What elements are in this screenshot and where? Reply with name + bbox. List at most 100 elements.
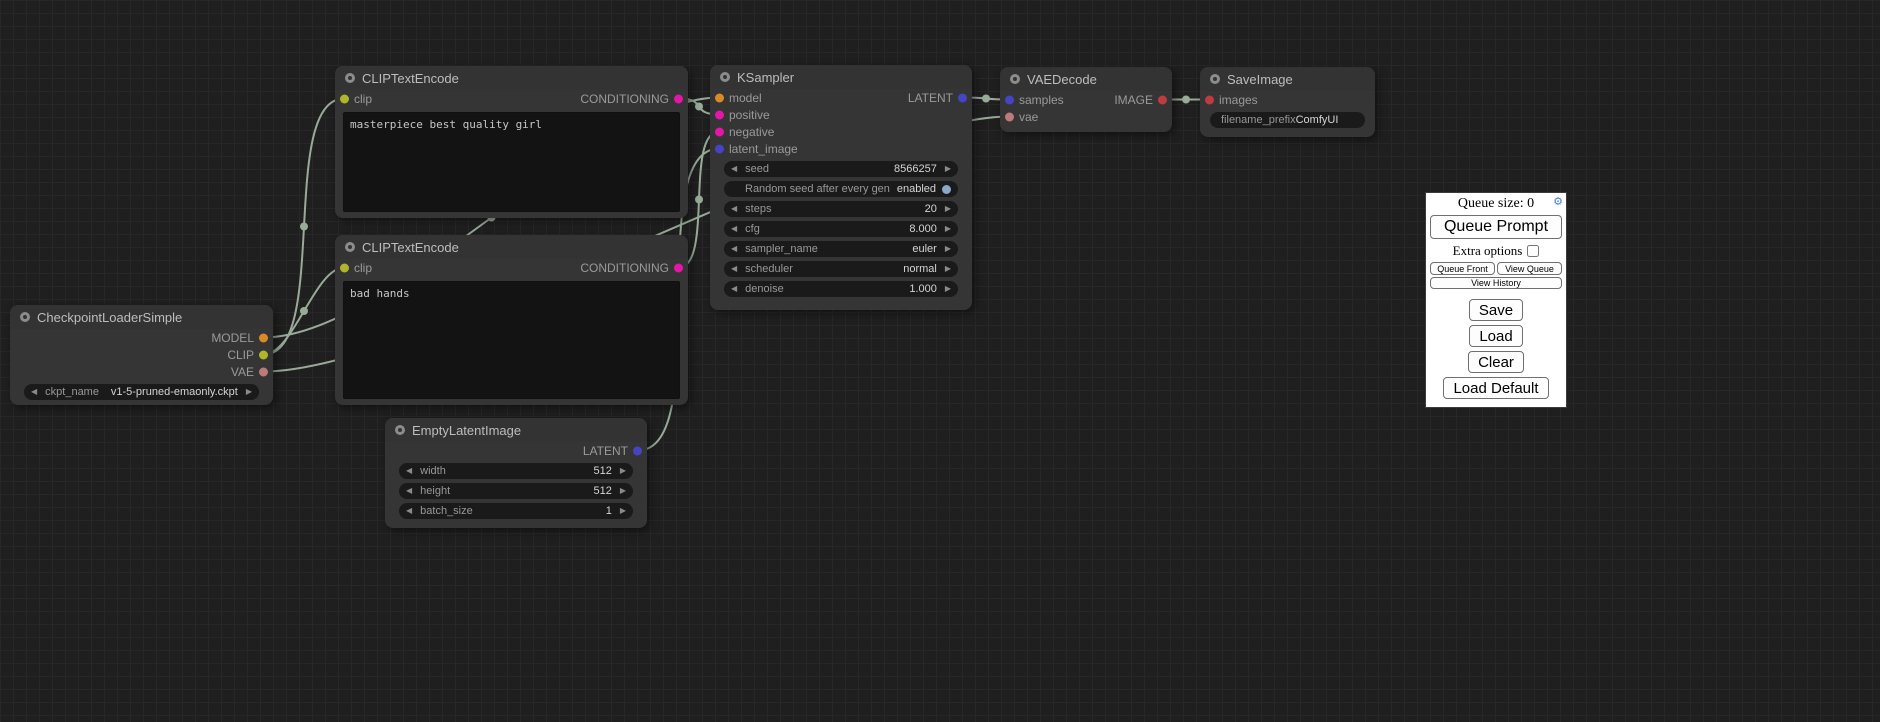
model-input-slot[interactable]: [715, 93, 724, 102]
filename-prefix-text-widget[interactable]: filename_prefix ComfyUI: [1210, 112, 1365, 128]
node-title-bar[interactable]: EmptyLatentImage: [385, 418, 647, 442]
arrow-left-icon[interactable]: ◀: [731, 165, 737, 173]
node-title: KSampler: [737, 70, 794, 85]
node-collapse-dot[interactable]: [20, 312, 30, 322]
node-collapse-dot[interactable]: [345, 73, 355, 83]
arrow-right-icon[interactable]: ▶: [945, 165, 951, 173]
positive-input-slot[interactable]: [715, 110, 724, 119]
samples-input-slot[interactable]: [1005, 95, 1014, 104]
clip-output-slot[interactable]: [259, 350, 268, 359]
output-slot-label: LATENT: [583, 444, 628, 458]
arrow-right-icon[interactable]: ▶: [945, 205, 951, 213]
node-empty-latent-image[interactable]: EmptyLatentImage LATENT ◀ width 512 ▶ ◀ …: [385, 418, 647, 528]
arrow-right-icon[interactable]: ▶: [945, 245, 951, 253]
ckpt-name-combo-widget[interactable]: ◀ ckpt_name v1-5-pruned-emaonly.ckpt ▶: [24, 384, 259, 400]
conditioning-output-slot[interactable]: [674, 263, 683, 272]
node-collapse-dot[interactable]: [395, 425, 405, 435]
node-title-bar[interactable]: VAEDecode: [1000, 67, 1172, 91]
arrow-left-icon[interactable]: ◀: [406, 507, 412, 515]
images-input-slot[interactable]: [1205, 95, 1214, 104]
widget-label: steps: [745, 203, 771, 215]
node-title-bar[interactable]: CLIPTextEncode: [335, 235, 688, 259]
clip-input-slot[interactable]: [340, 94, 349, 103]
save-button[interactable]: Save: [1469, 299, 1523, 321]
random-seed-toggle-widget[interactable]: Random seed after every gen enabled: [724, 181, 958, 197]
node-checkpoint-loader-simple[interactable]: CheckpointLoaderSimple MODEL CLIP VAE ◀ …: [10, 305, 273, 405]
arrow-left-icon[interactable]: ◀: [731, 245, 737, 253]
view-history-button[interactable]: View History: [1430, 277, 1562, 289]
widget-label: sampler_name: [745, 243, 818, 255]
image-output-slot[interactable]: [1158, 95, 1167, 104]
node-title-bar[interactable]: SaveImage: [1200, 67, 1375, 91]
sampler-name-combo-widget[interactable]: ◀ sampler_name euler ▶: [724, 241, 958, 257]
arrow-left-icon[interactable]: ◀: [31, 388, 37, 396]
output-slot-label: CLIP: [227, 348, 254, 362]
latent-image-input-slot[interactable]: [715, 144, 724, 153]
extra-options-checkbox[interactable]: [1527, 245, 1539, 257]
widget-label: width: [420, 465, 446, 477]
toggle-on-indicator[interactable]: [942, 185, 951, 194]
width-number-widget[interactable]: ◀ width 512 ▶: [399, 463, 633, 479]
steps-number-widget[interactable]: ◀ steps 20 ▶: [724, 201, 958, 217]
load-button[interactable]: Load: [1469, 325, 1522, 347]
node-title-bar[interactable]: KSampler: [710, 65, 972, 89]
arrow-right-icon[interactable]: ▶: [945, 225, 951, 233]
node-graph-canvas[interactable]: CheckpointLoaderSimple MODEL CLIP VAE ◀ …: [0, 0, 1880, 722]
arrow-left-icon[interactable]: ◀: [731, 285, 737, 293]
arrow-left-icon[interactable]: ◀: [731, 225, 737, 233]
input-slot-label: samples: [1019, 93, 1064, 107]
arrow-right-icon[interactable]: ▶: [620, 487, 626, 495]
latent-output-slot[interactable]: [958, 93, 967, 102]
node-save-image[interactable]: SaveImage images filename_prefix ComfyUI: [1200, 67, 1375, 137]
arrow-right-icon[interactable]: ▶: [620, 507, 626, 515]
load-default-button[interactable]: Load Default: [1443, 377, 1548, 399]
positive-prompt-textarea[interactable]: masterpiece best quality girl: [343, 112, 680, 212]
queue-size-label: Queue size:: [1458, 196, 1524, 211]
view-queue-button[interactable]: View Queue: [1497, 262, 1562, 275]
node-collapse-dot[interactable]: [345, 242, 355, 252]
vae-input-slot[interactable]: [1005, 112, 1014, 121]
arrow-right-icon[interactable]: ▶: [945, 285, 951, 293]
arrow-right-icon[interactable]: ▶: [620, 467, 626, 475]
arrow-left-icon[interactable]: ◀: [406, 487, 412, 495]
node-collapse-dot[interactable]: [1010, 74, 1020, 84]
widget-value: 1: [606, 505, 612, 517]
widget-label: Random seed after every gen: [745, 183, 890, 195]
negative-input-slot[interactable]: [715, 127, 724, 136]
widget-value: 512: [593, 465, 611, 477]
queue-front-button[interactable]: Queue Front: [1430, 262, 1495, 275]
latent-output-slot[interactable]: [633, 446, 642, 455]
arrow-right-icon[interactable]: ▶: [246, 388, 252, 396]
node-clip-text-encode-positive[interactable]: CLIPTextEncode clip CONDITIONING masterp…: [335, 66, 688, 218]
settings-gear-icon[interactable]: ⚙: [1553, 195, 1563, 208]
conditioning-output-slot[interactable]: [674, 94, 683, 103]
arrow-left-icon[interactable]: ◀: [731, 265, 737, 273]
denoise-number-widget[interactable]: ◀ denoise 1.000 ▶: [724, 281, 958, 297]
seed-number-widget[interactable]: ◀ seed 8566257 ▶: [724, 161, 958, 177]
node-clip-text-encode-negative[interactable]: CLIPTextEncode clip CONDITIONING bad han…: [335, 235, 688, 405]
queue-prompt-button[interactable]: Queue Prompt: [1430, 215, 1562, 239]
widget-label: batch_size: [420, 505, 473, 517]
vae-output-slot[interactable]: [259, 367, 268, 376]
model-output-slot[interactable]: [259, 333, 268, 342]
arrow-left-icon[interactable]: ◀: [731, 205, 737, 213]
node-title-bar[interactable]: CLIPTextEncode: [335, 66, 688, 90]
input-slot-label: clip: [354, 261, 372, 275]
node-vae-decode[interactable]: VAEDecode samples IMAGE vae: [1000, 67, 1172, 132]
arrow-right-icon[interactable]: ▶: [945, 265, 951, 273]
output-slot-label: MODEL: [211, 331, 254, 345]
cfg-number-widget[interactable]: ◀ cfg 8.000 ▶: [724, 221, 958, 237]
height-number-widget[interactable]: ◀ height 512 ▶: [399, 483, 633, 499]
arrow-left-icon[interactable]: ◀: [406, 467, 412, 475]
batch-size-number-widget[interactable]: ◀ batch_size 1 ▶: [399, 503, 633, 519]
node-collapse-dot[interactable]: [1210, 74, 1220, 84]
node-title-bar[interactable]: CheckpointLoaderSimple: [10, 305, 273, 329]
clip-input-slot[interactable]: [340, 263, 349, 272]
scheduler-combo-widget[interactable]: ◀ scheduler normal ▶: [724, 261, 958, 277]
negative-prompt-textarea[interactable]: bad hands: [343, 281, 680, 399]
clear-button[interactable]: Clear: [1468, 351, 1524, 373]
queue-size-header: Queue size: 0 ⚙: [1430, 195, 1562, 215]
queue-size-value: 0: [1527, 196, 1534, 211]
node-ksampler[interactable]: KSampler model LATENT positive negative …: [710, 65, 972, 310]
node-collapse-dot[interactable]: [720, 72, 730, 82]
